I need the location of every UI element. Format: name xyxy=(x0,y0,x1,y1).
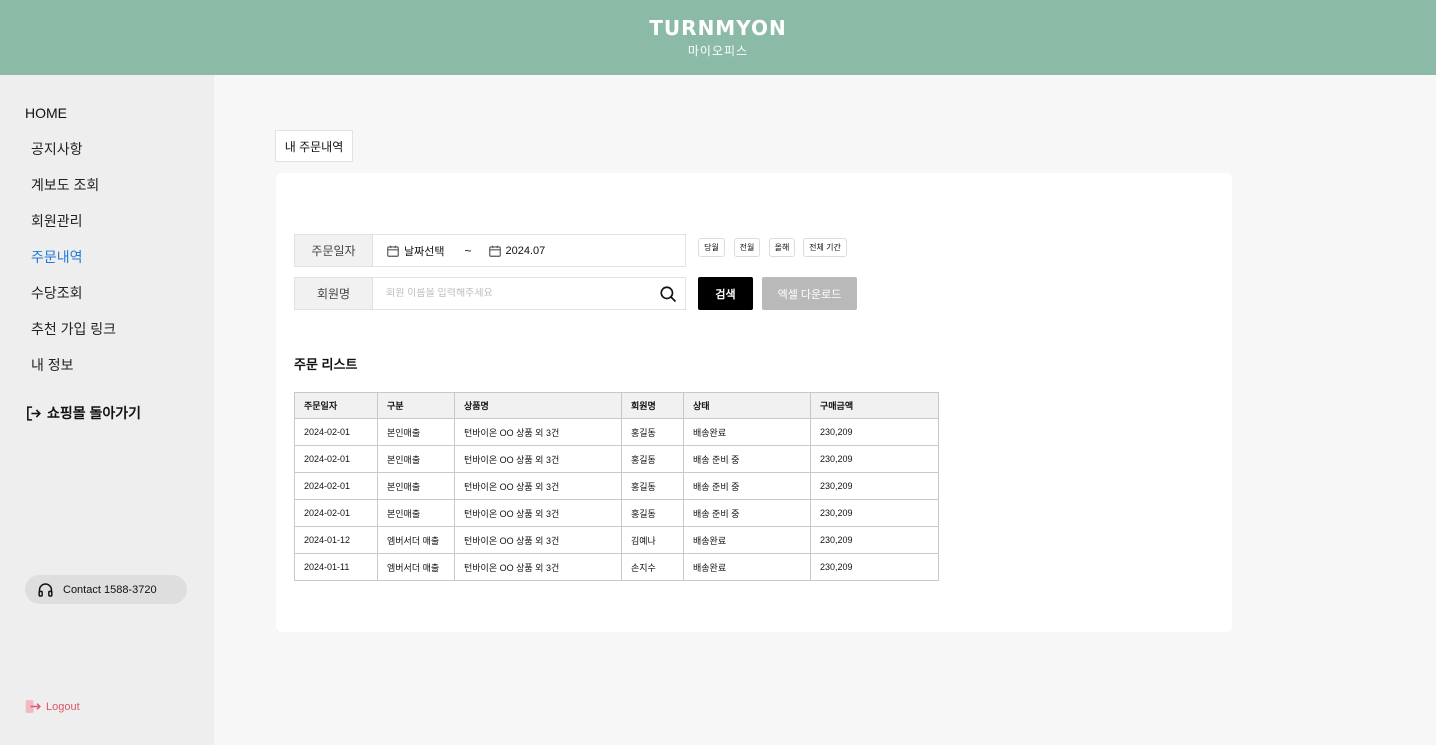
table-header-row: 주문일자 구분 상품명 회원명 상태 구매금액 xyxy=(294,392,939,419)
cell-amount: 230,209 xyxy=(810,418,939,446)
member-name-label: 회원명 xyxy=(295,278,373,309)
headset-icon xyxy=(38,582,53,597)
cell-status: 배송완료 xyxy=(683,418,811,446)
table-row[interactable]: 2024-01-12 엠버서더 매출 턴바이온 OO 상품 외 3건 김예나 배… xyxy=(294,526,939,554)
sidebar: HOME 공지사항 계보도 조회 회원관리 주문내역 수당조회 추천 가입 링크… xyxy=(0,75,214,745)
date-from-value: 날짜선택 xyxy=(404,245,445,258)
cell-amount: 230,209 xyxy=(810,553,939,581)
calendar-icon xyxy=(488,245,501,257)
search-icon[interactable] xyxy=(659,285,677,303)
cell-product: 턴바이온 OO 상품 외 3건 xyxy=(454,445,622,473)
brand-logo[interactable]: TURNMYON xyxy=(649,18,786,38)
orders-table: 주문일자 구분 상품명 회원명 상태 구매금액 2024-02-01 본인매출 … xyxy=(294,392,939,581)
table-row[interactable]: 2024-02-01 본인매출 턴바이온 OO 상품 외 3건 홍길동 배송 준… xyxy=(294,472,939,500)
cell-product: 턴바이온 OO 상품 외 3건 xyxy=(454,472,622,500)
member-search-input[interactable] xyxy=(386,288,656,299)
sidebar-item-members[interactable]: 회원관리 xyxy=(31,212,116,248)
cell-order-date: 2024-02-01 xyxy=(294,499,378,527)
table-row[interactable]: 2024-02-01 본인매출 턴바이온 OO 상품 외 3건 홍길동 배송 준… xyxy=(294,445,939,473)
quick-last-month-button[interactable]: 전월 xyxy=(734,238,760,257)
cell-member: 홍길동 xyxy=(621,472,684,500)
table-row[interactable]: 2024-01-11 엠버서더 매출 턴바이온 OO 상품 외 3건 손지수 배… xyxy=(294,553,939,581)
cell-order-date: 2024-02-01 xyxy=(294,418,378,446)
cell-member: 손지수 xyxy=(621,553,684,581)
quick-all-period-button[interactable]: 전체 기간 xyxy=(803,238,847,257)
logout-label: Logout xyxy=(46,700,80,713)
cell-status: 배송 준비 중 xyxy=(683,445,811,473)
sidebar-nav-list: 공지사항 계보도 조회 회원관리 주문내역 수당조회 추천 가입 링크 내 정보 xyxy=(31,140,116,392)
header-bar: TURNMYON 마이오피스 xyxy=(0,0,1436,75)
logout-button[interactable]: Logout xyxy=(25,699,80,714)
column-header-member[interactable]: 회원명 xyxy=(621,392,684,419)
member-name-filter: 회원명 xyxy=(294,277,686,310)
sidebar-item-orders[interactable]: 주문내역 xyxy=(31,248,116,284)
cell-amount: 230,209 xyxy=(810,472,939,500)
search-button[interactable]: 검색 xyxy=(698,277,753,310)
table-row[interactable]: 2024-02-01 본인매출 턴바이온 OO 상품 외 3건 홍길동 배송 준… xyxy=(294,499,939,527)
exit-arrow-icon xyxy=(27,405,41,421)
cell-product: 턴바이온 OO 상품 외 3건 xyxy=(454,418,622,446)
date-to-value: 2024.07 xyxy=(505,244,546,257)
cell-status: 배송완료 xyxy=(683,526,811,554)
column-header-amount[interactable]: 구매금액 xyxy=(810,392,939,419)
tab-my-orders[interactable]: 내 주문내역 xyxy=(275,130,353,162)
logout-icon xyxy=(25,700,41,713)
cell-status: 배송 준비 중 xyxy=(683,499,811,527)
order-date-filter: 주문일자 날짜선택 ~ 2024.07 xyxy=(294,234,686,267)
cell-order-date: 2024-02-01 xyxy=(294,472,378,500)
back-to-shop-link[interactable]: 쇼핑몰 돌아가기 xyxy=(25,403,141,423)
contact-pill[interactable]: Contact 1588-3720 xyxy=(25,575,187,604)
cell-status: 배송 준비 중 xyxy=(683,472,811,500)
column-header-product[interactable]: 상품명 xyxy=(454,392,622,419)
cell-member: 김예나 xyxy=(621,526,684,554)
sidebar-item-genealogy[interactable]: 계보도 조회 xyxy=(31,176,116,212)
date-to-picker[interactable]: 2024.07 xyxy=(488,244,546,258)
cell-type: 본인매출 xyxy=(377,472,455,500)
sidebar-item-home[interactable]: HOME xyxy=(25,105,67,121)
quick-this-year-button[interactable]: 올해 xyxy=(769,238,795,257)
cell-type: 본인매출 xyxy=(377,499,455,527)
cell-member: 홍길동 xyxy=(621,499,684,527)
cell-product: 턴바이온 OO 상품 외 3건 xyxy=(454,526,622,554)
date-range-separator: ~ xyxy=(464,243,472,258)
order-list-title: 주문 리스트 xyxy=(294,357,358,372)
cell-order-date: 2024-01-11 xyxy=(294,553,378,581)
excel-download-button[interactable]: 엑셀 다운로드 xyxy=(762,277,857,310)
column-header-type[interactable]: 구분 xyxy=(377,392,455,419)
column-header-order-date[interactable]: 주문일자 xyxy=(294,392,378,419)
orders-card: 주문일자 날짜선택 ~ 2024.07 당월 전월 올해 전체 기간 회원명 회… xyxy=(276,173,1232,632)
cell-order-date: 2024-01-12 xyxy=(294,526,378,554)
quick-this-month-button[interactable]: 당월 xyxy=(698,238,725,257)
cell-type: 본인매출 xyxy=(377,418,455,446)
contact-label: Contact 1588-3720 xyxy=(63,583,157,596)
date-from-picker[interactable]: 날짜선택 xyxy=(386,243,444,259)
cell-type: 엠버서더 매출 xyxy=(377,553,455,581)
cell-type: 본인매출 xyxy=(377,445,455,473)
cell-order-date: 2024-02-01 xyxy=(294,445,378,473)
cell-amount: 230,209 xyxy=(810,526,939,554)
cell-member: 홍길동 xyxy=(621,418,684,446)
calendar-icon xyxy=(387,245,399,257)
sidebar-item-notice[interactable]: 공지사항 xyxy=(31,140,116,176)
column-header-status[interactable]: 상태 xyxy=(683,392,811,419)
sidebar-item-referral-link[interactable]: 추천 가입 링크 xyxy=(31,320,116,356)
sidebar-item-my-info[interactable]: 내 정보 xyxy=(31,356,116,392)
cell-amount: 230,209 xyxy=(810,445,939,473)
sidebar-item-commission[interactable]: 수당조회 xyxy=(31,284,116,320)
table-row[interactable]: 2024-02-01 본인매출 턴바이온 OO 상품 외 3건 홍길동 배송완료… xyxy=(294,418,939,446)
cell-product: 턴바이온 OO 상품 외 3건 xyxy=(454,499,622,527)
order-date-label: 주문일자 xyxy=(295,235,373,266)
cell-type: 엠버서더 매출 xyxy=(377,526,455,554)
cell-member: 홍길동 xyxy=(621,445,684,473)
cell-status: 배송완료 xyxy=(683,553,811,581)
brand-subtitle: 마이오피스 xyxy=(687,44,749,58)
cell-product: 턴바이온 OO 상품 외 3건 xyxy=(454,553,622,581)
back-to-shop-label: 쇼핑몰 돌아가기 xyxy=(47,405,142,421)
cell-amount: 230,209 xyxy=(810,499,939,527)
